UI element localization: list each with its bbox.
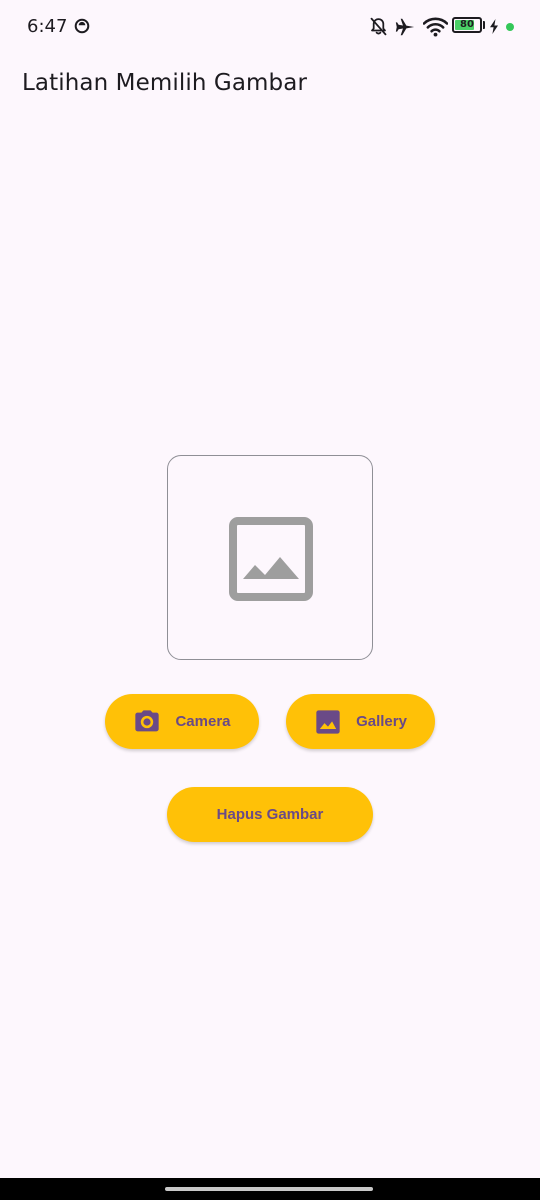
battery-icon: 80: [452, 17, 482, 33]
battery-tip: [483, 21, 485, 29]
bell-off-icon: [370, 17, 387, 36]
status-time: 6:47: [27, 16, 68, 37]
gallery-button-label: Gallery: [356, 713, 407, 730]
airplane-icon: [395, 18, 415, 36]
whatsapp-icon: [74, 18, 90, 34]
camera-button[interactable]: Camera: [105, 694, 259, 749]
status-dot-icon: [506, 23, 514, 31]
charging-icon: [490, 19, 498, 34]
page-title: Latihan Memilih Gambar: [22, 70, 308, 96]
image-placeholder-icon: [229, 517, 313, 601]
camera-button-label: Camera: [175, 713, 231, 730]
delete-image-button-label: Hapus Gambar: [216, 806, 324, 823]
image-preview-box: [167, 455, 373, 660]
battery-level: 80: [460, 19, 474, 30]
gallery-button[interactable]: Gallery: [286, 694, 435, 749]
navigation-bar: [0, 1178, 540, 1200]
delete-image-button[interactable]: Hapus Gambar: [167, 787, 373, 842]
camera-icon: [135, 709, 160, 731]
status-bar: 6:47 80: [0, 0, 540, 54]
wifi-icon: [423, 17, 448, 37]
image-icon: [316, 709, 340, 734]
home-gesture-handle[interactable]: [165, 1187, 373, 1191]
